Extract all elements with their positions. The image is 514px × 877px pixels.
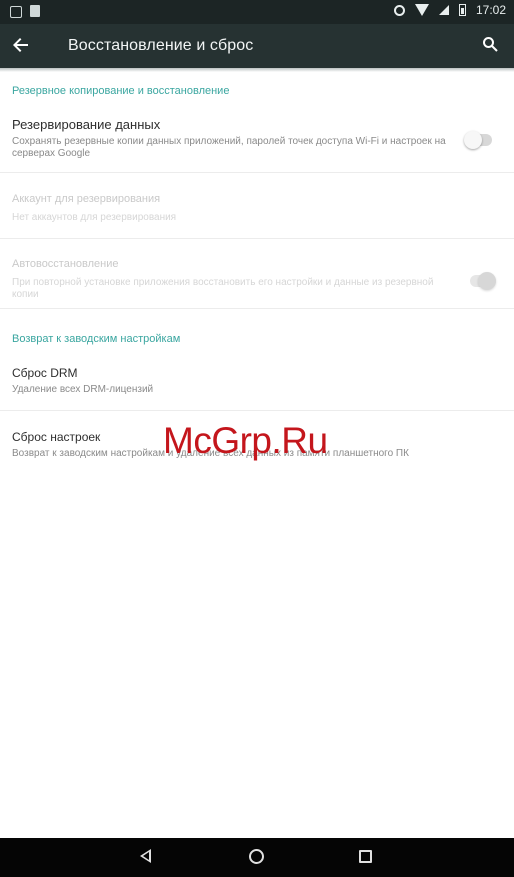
section-header-backup: Резервное копирование и восстановление (12, 85, 230, 97)
status-bar: 17:02 (0, 0, 514, 24)
nav-home-icon[interactable] (249, 849, 264, 864)
item-title: Автовосстановление (12, 258, 119, 270)
item-title: Сброс настроек (12, 430, 101, 444)
app-bar: Восстановление и сброс (0, 24, 514, 68)
battery-icon (458, 4, 466, 16)
switch-thumb (478, 272, 496, 290)
divider (0, 410, 514, 411)
item-title: Аккаунт для резервирования (12, 193, 161, 205)
item-title: Резервирование данных (12, 117, 161, 132)
app-bar-shadow (0, 68, 514, 72)
sd-card-icon (30, 5, 40, 17)
switch-thumb (464, 131, 482, 149)
backup-data-switch[interactable] (464, 131, 492, 149)
sync-icon (393, 4, 405, 16)
wifi-icon (414, 4, 429, 16)
divider (0, 308, 514, 309)
item-subtitle: Нет аккаунтов для резервирования (12, 212, 177, 223)
page-title: Восстановление и сброс (68, 37, 254, 54)
divider (0, 238, 514, 239)
item-subtitle: При повторной установке приложения восст… (12, 277, 434, 300)
auto-restore-switch (470, 272, 496, 290)
item-subtitle: Сохранять резервные копии данных приложе… (12, 136, 446, 159)
status-time: 17:02 (475, 3, 506, 17)
nav-back-icon[interactable] (140, 849, 151, 863)
section-header-factory: Возврат к заводским настройкам (12, 333, 181, 345)
item-title: Сброс DRM (12, 366, 78, 380)
navigation-bar (0, 838, 514, 877)
signal-icon (438, 5, 449, 15)
notification-icon (10, 6, 22, 18)
item-subtitle: Удаление всех DRM-лицензий (12, 384, 154, 395)
nav-recents-icon[interactable] (359, 850, 372, 863)
back-arrow-icon[interactable] (12, 36, 36, 56)
status-icons: 17:02 (393, 3, 506, 17)
watermark: McGrp.Ru (163, 420, 328, 461)
divider (0, 172, 514, 173)
search-icon[interactable] (482, 36, 500, 54)
